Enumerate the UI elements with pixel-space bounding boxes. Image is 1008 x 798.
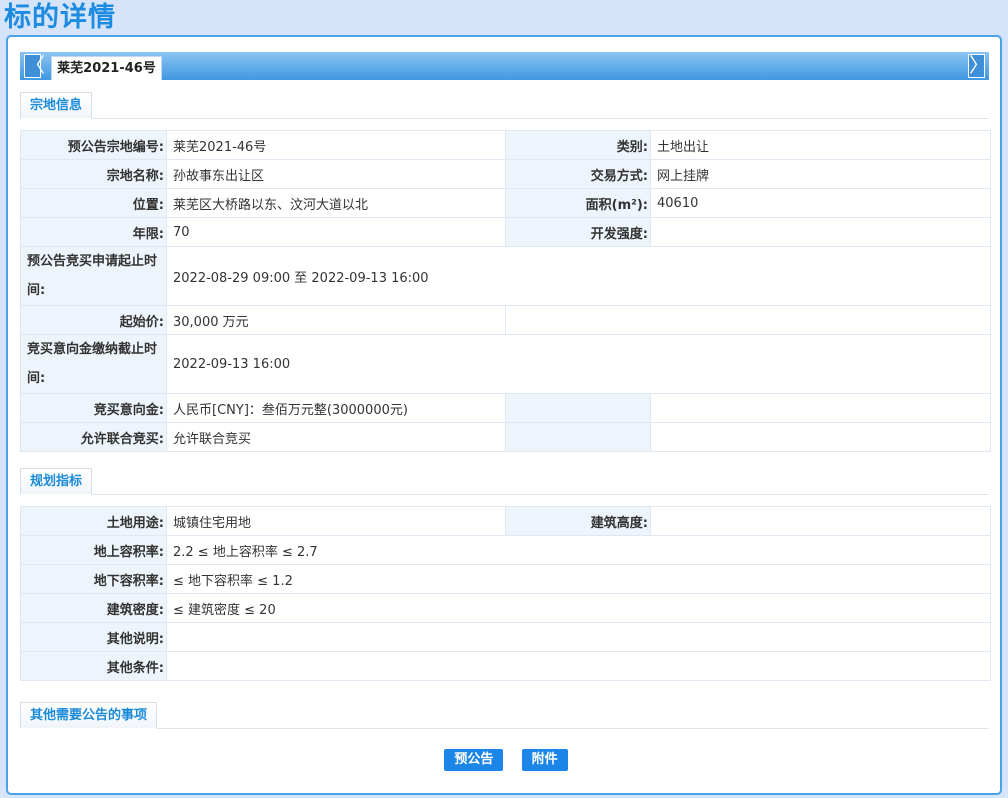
- table-row: 地下容积率: ≤ 地下容积率 ≤ 1.2: [20, 564, 991, 594]
- table-row: 年限: 70 开发强度:: [20, 217, 991, 247]
- table-row: 建筑密度: ≤ 建筑密度 ≤ 20: [20, 593, 991, 623]
- table-row: 土地用途: 城镇住宅用地 建筑高度:: [20, 506, 991, 536]
- far-below: ≤ 地下容积率 ≤ 1.2: [166, 564, 991, 594]
- table-row: 允许联合竞买: 允许联合竞买: [20, 422, 991, 452]
- category: 土地出让: [650, 130, 991, 160]
- table-row: 其他条件:: [20, 651, 991, 681]
- start-price: 30,000 万元: [166, 305, 506, 335]
- start-price-label: 起始价:: [20, 305, 167, 335]
- term: 70: [166, 217, 506, 247]
- other-cond: [166, 651, 991, 681]
- area-label: 面积(m²):: [505, 188, 651, 218]
- table-row: 地上容积率: 2.2 ≤ 地上容积率 ≤ 2.7: [20, 535, 991, 565]
- deposit-deadline: 2022-09-13 16:00: [166, 334, 991, 394]
- density-label: 建筑密度:: [20, 593, 167, 623]
- table-row: 宗地名称: 孙故事东出让区 交易方式: 网上挂牌: [20, 159, 991, 189]
- land-use: 城镇住宅用地: [166, 506, 506, 536]
- pre-notice-button[interactable]: 预公告: [444, 749, 504, 771]
- location: 莱芜区大桥路以东、汶河大道以北: [166, 188, 506, 218]
- table-row: 其他说明:: [20, 622, 991, 652]
- table-row: 竞买意向金缴纳截止时间: 2022-09-13 16:00: [20, 334, 991, 394]
- empty-label-cell: [505, 393, 651, 423]
- location-label: 位置:: [20, 188, 167, 218]
- attachment-button[interactable]: 附件: [521, 749, 568, 771]
- parcel-code: 莱芜2021-46号: [166, 130, 506, 160]
- empty-label-cell: [505, 422, 651, 452]
- table-row: 预公告宗地编号: 莱芜2021-46号 类别: 土地出让: [20, 130, 991, 160]
- land-use-label: 土地用途:: [20, 506, 167, 536]
- apply-period-label: 预公告竞买申请起止时间:: [20, 246, 167, 306]
- section-other-title[interactable]: 其他需要公告的事项: [20, 702, 158, 729]
- section-parcel-title[interactable]: 宗地信息: [20, 92, 93, 119]
- intensity: [650, 217, 991, 247]
- parcel-name-label: 宗地名称:: [20, 159, 167, 189]
- joint: 允许联合竞买: [166, 422, 506, 452]
- other-cond-label: 其他条件:: [20, 651, 167, 681]
- table-row: 竞买意向金: 人民币[CNY]：叁佰万元整(3000000元): [20, 393, 991, 423]
- intensity-label: 开发强度:: [505, 217, 651, 247]
- other-note-label: 其他说明:: [20, 622, 167, 652]
- parcel-info-table: 预公告宗地编号: 莱芜2021-46号 类别: 土地出让 宗地名称: 孙故事东出…: [20, 130, 991, 452]
- table-row: 预公告竞买申请起止时间: 2022-08-29 09:00 至 2022-09-…: [20, 246, 991, 306]
- empty-cell: [650, 393, 991, 423]
- category-label: 类别:: [505, 130, 651, 160]
- far-above-label: 地上容积率:: [20, 535, 167, 565]
- section-planning-title[interactable]: 规划指标: [20, 468, 93, 495]
- section-planning-header: 规划指标: [20, 468, 989, 495]
- table-row: 起始价: 30,000 万元: [20, 305, 991, 335]
- empty-cell: [650, 422, 991, 452]
- tab-parcel[interactable]: 莱芜2021-46号: [51, 56, 162, 80]
- table-row: 位置: 莱芜区大桥路以东、汶河大道以北 面积(m²): 40610: [20, 188, 991, 218]
- term-label: 年限:: [20, 217, 167, 247]
- trade-mode-label: 交易方式:: [505, 159, 651, 189]
- area: 40610: [650, 188, 991, 218]
- density: ≤ 建筑密度 ≤ 20: [166, 593, 991, 623]
- page-title: 标的详情: [4, 2, 116, 33]
- detail-panel: 〈 莱芜2021-46号 〉 宗地信息 预公告宗地编号: 莱芜2021-46号 …: [6, 35, 1002, 795]
- far-below-label: 地下容积率:: [20, 564, 167, 594]
- next-tab-arrow-icon[interactable]: 〉: [968, 54, 989, 78]
- planning-table: 土地用途: 城镇住宅用地 建筑高度: 地上容积率: 2.2 ≤ 地上容积率 ≤ …: [20, 506, 991, 681]
- other-note: [166, 622, 991, 652]
- button-bar: 预公告 附件: [8, 749, 1004, 771]
- building-height-label: 建筑高度:: [505, 506, 651, 536]
- empty-cell: [505, 305, 991, 335]
- joint-label: 允许联合竞买:: [20, 422, 167, 452]
- trade-mode: 网上挂牌: [650, 159, 991, 189]
- building-height: [650, 506, 991, 536]
- section-parcel-header: 宗地信息: [20, 92, 989, 119]
- section-other-header: 其他需要公告的事项: [20, 702, 989, 729]
- parcel-name: 孙故事东出让区: [166, 159, 506, 189]
- prev-tab-arrow-icon[interactable]: 〈: [24, 54, 45, 78]
- apply-period: 2022-08-29 09:00 至 2022-09-13 16:00: [166, 246, 991, 306]
- deposit: 人民币[CNY]：叁佰万元整(3000000元): [166, 393, 506, 423]
- parcel-code-label: 预公告宗地编号:: [20, 130, 167, 160]
- deposit-label: 竞买意向金:: [20, 393, 167, 423]
- tab-bar: 〈 莱芜2021-46号 〉: [20, 52, 989, 80]
- deposit-deadline-label: 竞买意向金缴纳截止时间:: [20, 334, 167, 394]
- far-above: 2.2 ≤ 地上容积率 ≤ 2.7: [166, 535, 991, 565]
